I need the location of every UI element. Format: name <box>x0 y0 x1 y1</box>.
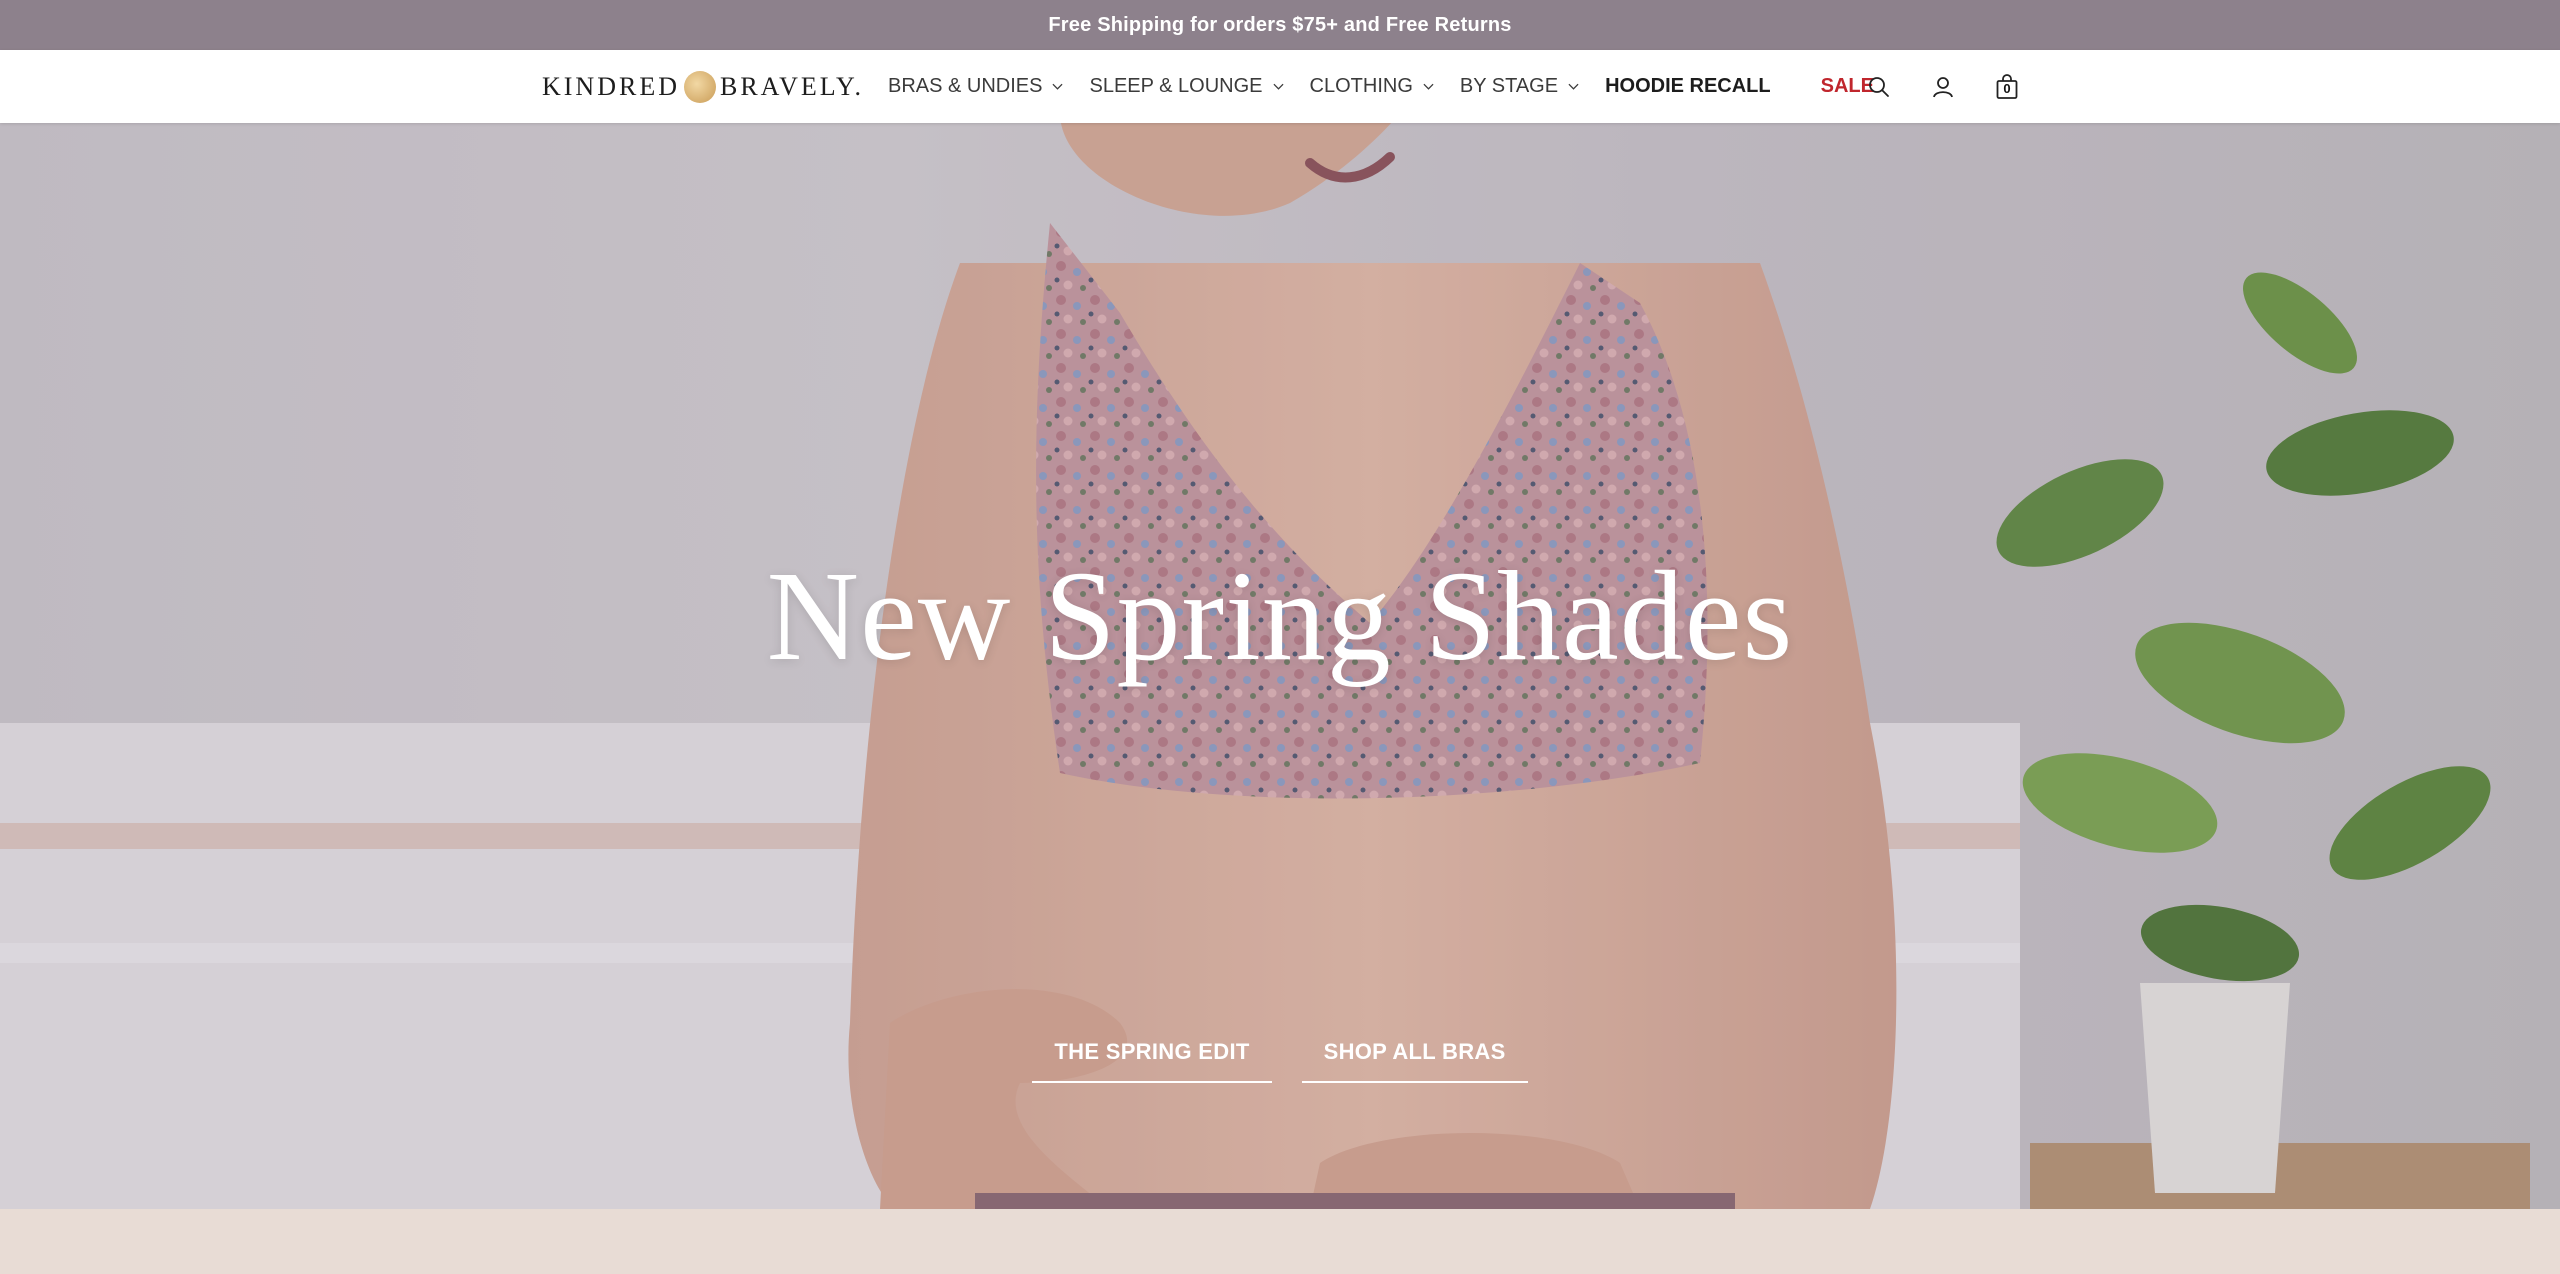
nav-label: SLEEP & LOUNGE <box>1089 75 1263 97</box>
search-button[interactable] <box>1864 72 1894 102</box>
brand-logo[interactable]: KINDRED BRAVELY. <box>542 68 864 106</box>
nav-label: BY STAGE <box>1459 75 1559 97</box>
site-header: KINDRED BRAVELY. BRAS & UNDIES SLEEP & L… <box>0 50 2560 123</box>
account-button[interactable] <box>1928 72 1958 102</box>
nav-label: HOODIE RECALL <box>1605 75 1771 97</box>
chevron-down-icon <box>1568 83 1579 90</box>
logo-text-right: BRAVELY. <box>720 72 864 101</box>
chevron-down-icon <box>1423 83 1434 90</box>
hero-banner: New Spring Shades THE SPRING EDIT SHOP A… <box>0 123 2560 1209</box>
logo-mark-icon <box>684 71 716 103</box>
nav-bras-undies[interactable]: BRAS & UNDIES <box>888 75 1064 98</box>
chevron-down-icon <box>1272 83 1284 90</box>
nav-label: CLOTHING <box>1309 75 1413 97</box>
nav-label: BRAS & UNDIES <box>888 75 1043 97</box>
nav-hoodie-recall[interactable]: HOODIE RECALL <box>1605 75 1771 98</box>
logo-text-left: KINDRED <box>542 72 680 101</box>
promo-bar: Free Shipping for orders $75+ and Free R… <box>0 0 2560 50</box>
hero-cta-row: THE SPRING EDIT SHOP ALL BRAS <box>0 1031 2560 1083</box>
shop-all-bras-link[interactable]: SHOP ALL BRAS <box>1301 1031 1528 1083</box>
spring-edit-link[interactable]: THE SPRING EDIT <box>1032 1031 1272 1083</box>
hero-title: New Spring Shades <box>766 545 1794 687</box>
search-icon <box>1869 76 1889 97</box>
promo-text: Free Shipping for orders $75+ and Free R… <box>1048 13 1512 36</box>
main-nav: BRAS & UNDIES SLEEP & LOUNGE CLOTHING BY… <box>888 50 1900 123</box>
nav-by-stage[interactable]: BY STAGE <box>1460 75 1579 98</box>
header-icons: 0 <box>1864 50 2056 123</box>
next-section-band <box>0 1209 2560 1274</box>
cart-button[interactable]: 0 <box>1992 72 2022 102</box>
nav-clothing[interactable]: CLOTHING <box>1310 75 1434 98</box>
account-icon <box>1933 76 1953 97</box>
cart-count: 0 <box>2003 80 2011 96</box>
nav-sleep-lounge[interactable]: SLEEP & LOUNGE <box>1089 75 1284 98</box>
chevron-down-icon <box>1052 83 1064 90</box>
